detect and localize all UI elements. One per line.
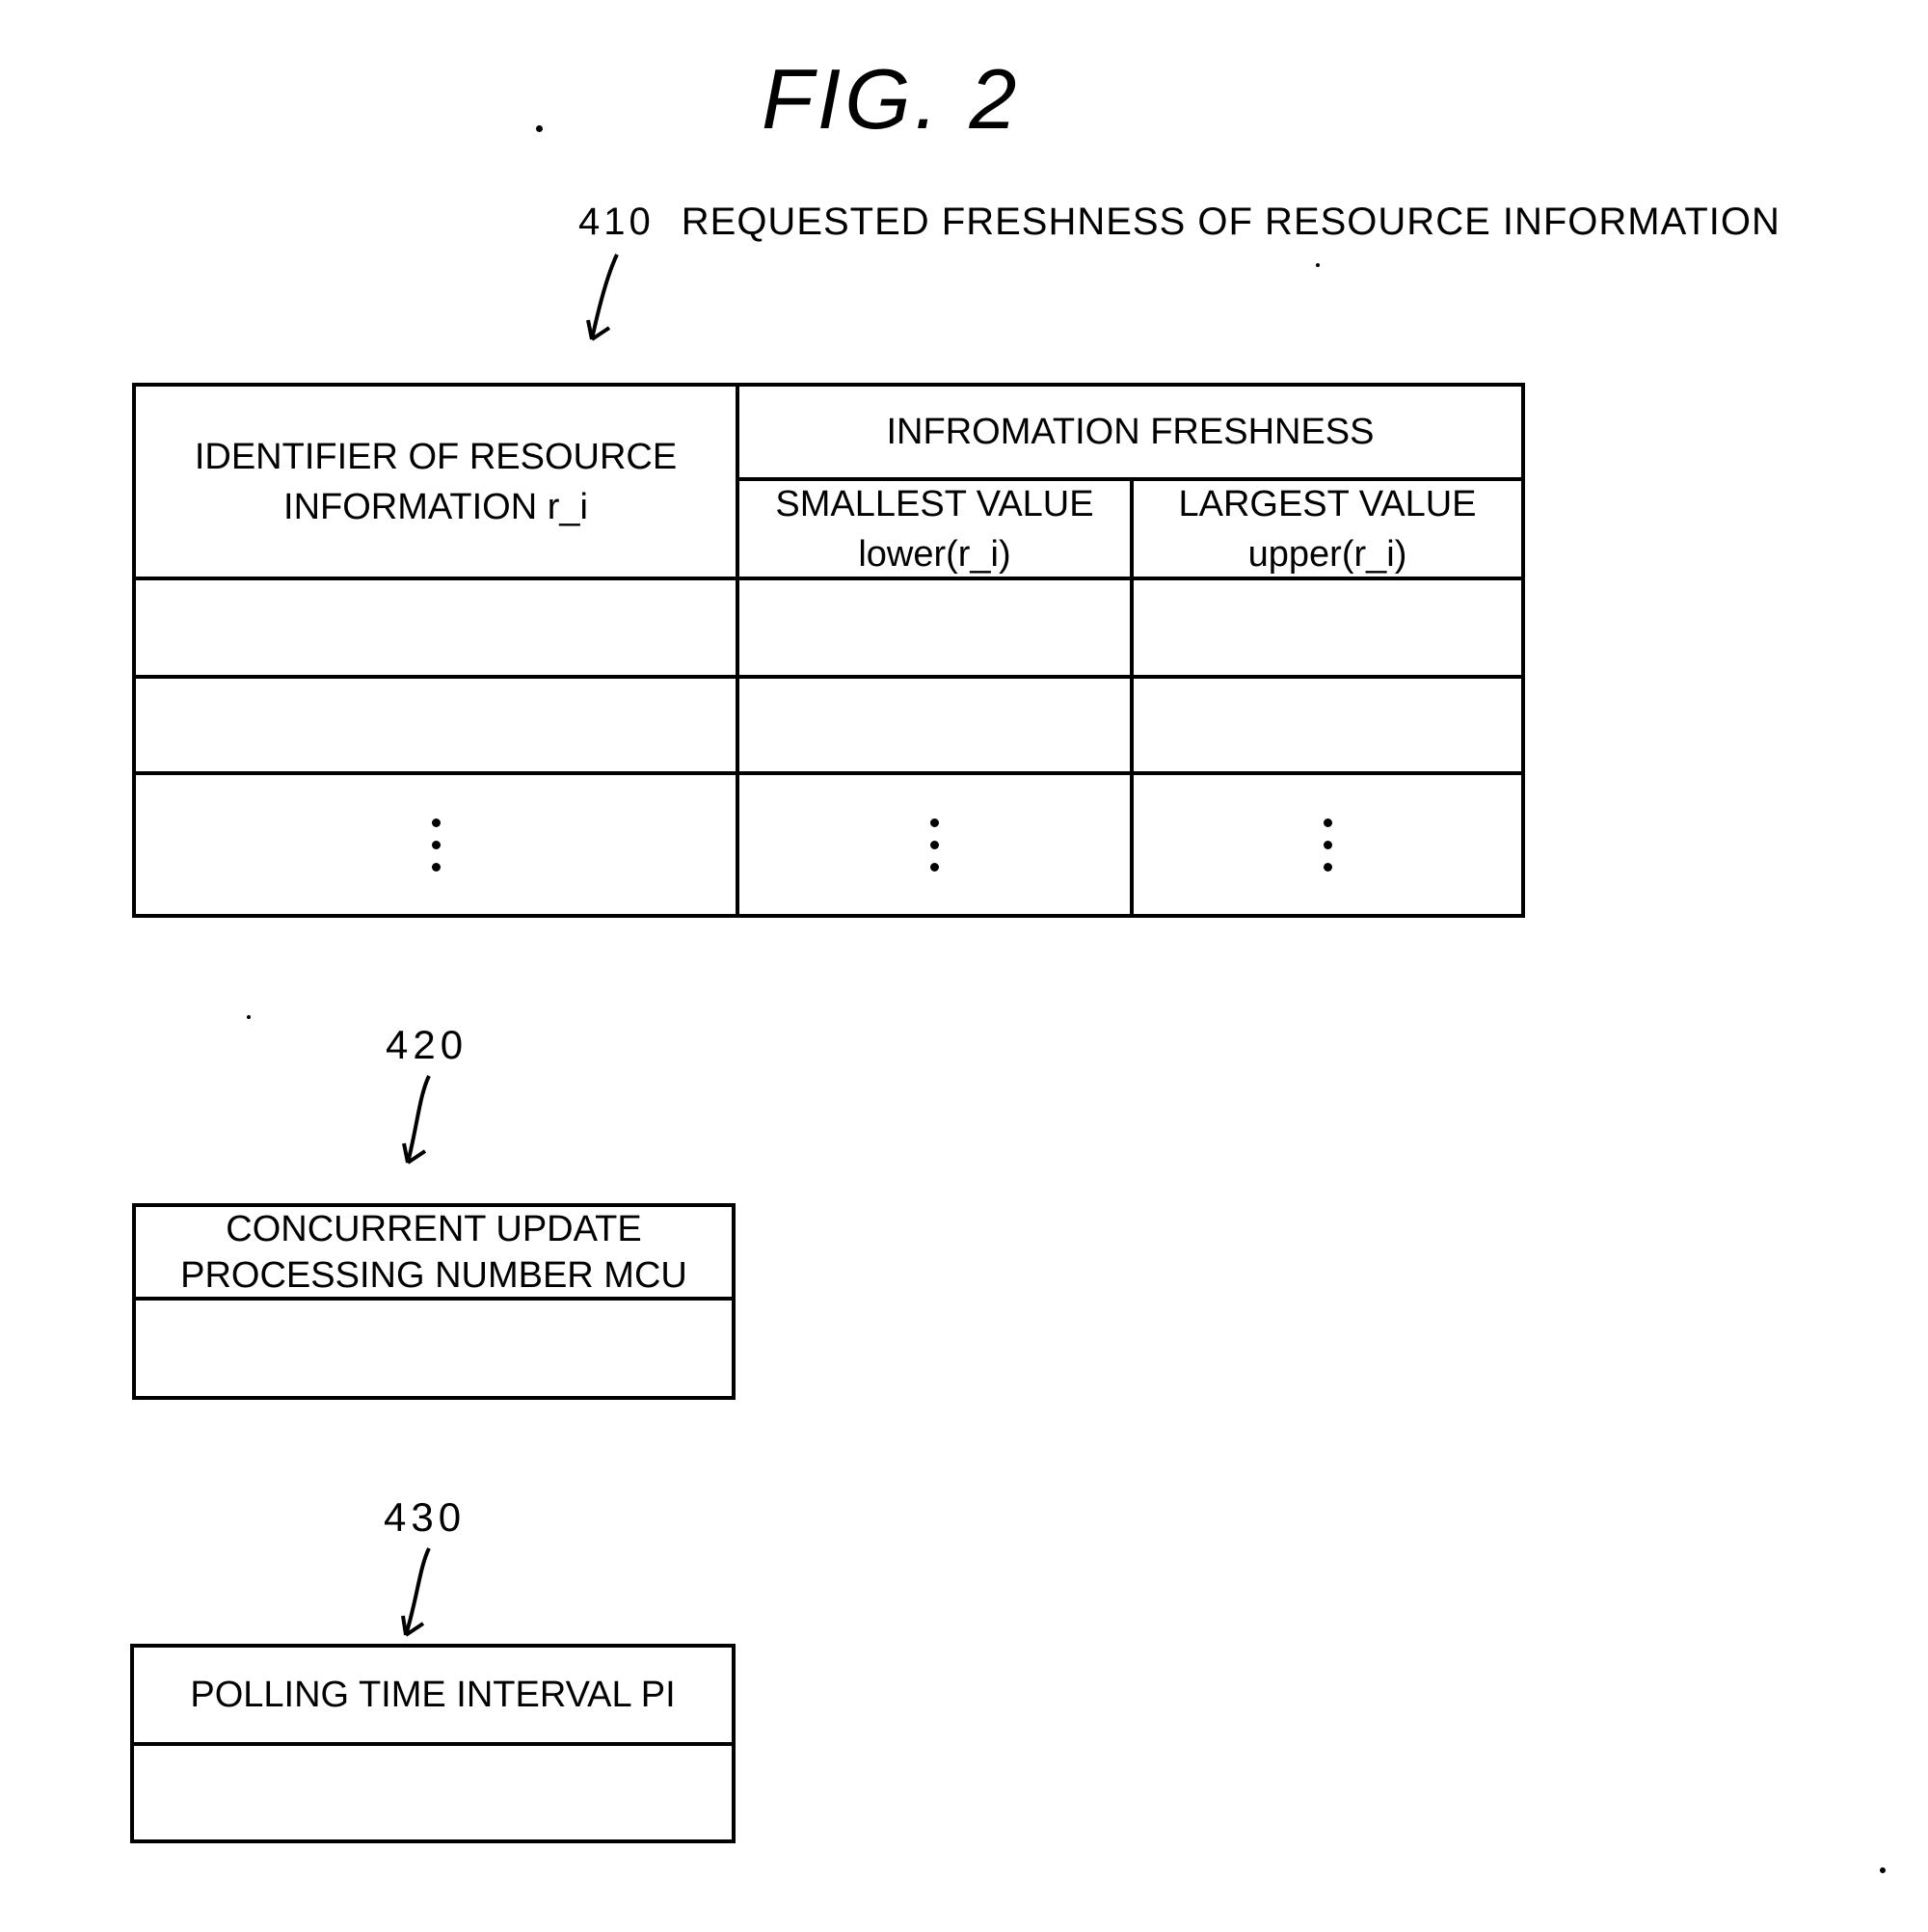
box-420-header-line2: PROCESSING NUMBER MCU	[180, 1254, 687, 1296]
header-smallest-value-label: SMALLEST VALUE	[775, 483, 1094, 524]
box-420-header-line1: CONCURRENT UPDATE	[226, 1208, 642, 1249]
ref-number-430: 430	[384, 1494, 467, 1540]
figure-title: FIG. 2	[762, 51, 1021, 147]
table-row-1-identifier	[132, 577, 739, 679]
table-row-1-lower	[736, 577, 1134, 679]
box-430-header: POLLING TIME INTERVAL PI	[130, 1644, 736, 1746]
header-identifier-label: IDENTIFIER OF RESOURCE INFORMATION r_i	[194, 436, 678, 527]
table-410-caption-group: 410 REQUESTED FRESHNESS OF RESOURCE INFOR…	[578, 201, 1781, 244]
table-410-caption: REQUESTED FRESHNESS OF RESOURCE INFORMAT…	[681, 201, 1781, 243]
ref-number-420: 420	[386, 1022, 469, 1067]
header-smallest-value-sub: lower(r_i)	[858, 533, 1011, 575]
header-largest-value: LARGEST VALUE upper(r_i)	[1130, 477, 1525, 580]
leader-arrow-420-icon	[402, 1075, 431, 1165]
leader-arrow-410-icon	[586, 254, 619, 341]
header-largest-value-sub: upper(r_i)	[1247, 533, 1407, 575]
scan-speck	[1316, 263, 1320, 267]
vertical-ellipsis-icon	[431, 818, 441, 872]
box-430-header-label: POLLING TIME INTERVAL PI	[190, 1675, 676, 1715]
header-smallest-value: SMALLEST VALUE lower(r_i)	[736, 477, 1134, 580]
table-row-3-lower	[736, 771, 1134, 918]
header-largest-value-label: LARGEST VALUE	[1178, 483, 1477, 524]
header-identifier: IDENTIFIER OF RESOURCE INFORMATION r_i	[132, 383, 739, 580]
scan-speck	[1880, 1867, 1886, 1873]
table-row-2-identifier	[132, 675, 739, 775]
box-420-header: CONCURRENT UPDATE PROCESSING NUMBER MCU	[132, 1203, 736, 1301]
table-row-2-upper	[1130, 675, 1525, 775]
table-row-1-upper	[1130, 577, 1525, 679]
table-row-3-identifier	[132, 771, 739, 918]
box-430-value	[130, 1742, 736, 1843]
table-row-3-upper	[1130, 771, 1525, 918]
header-information-freshness: INFROMATION FRESHNESS	[736, 383, 1525, 481]
leader-arrow-430-icon	[401, 1547, 431, 1637]
header-information-freshness-label: INFROMATION FRESHNESS	[886, 412, 1375, 452]
table-row-2-lower	[736, 675, 1134, 775]
scan-speck	[536, 125, 543, 132]
ref-number-410: 410	[578, 201, 655, 243]
scan-speck	[247, 1015, 251, 1019]
box-420-value	[132, 1297, 736, 1400]
vertical-ellipsis-icon	[930, 818, 939, 872]
vertical-ellipsis-icon	[1323, 818, 1332, 872]
